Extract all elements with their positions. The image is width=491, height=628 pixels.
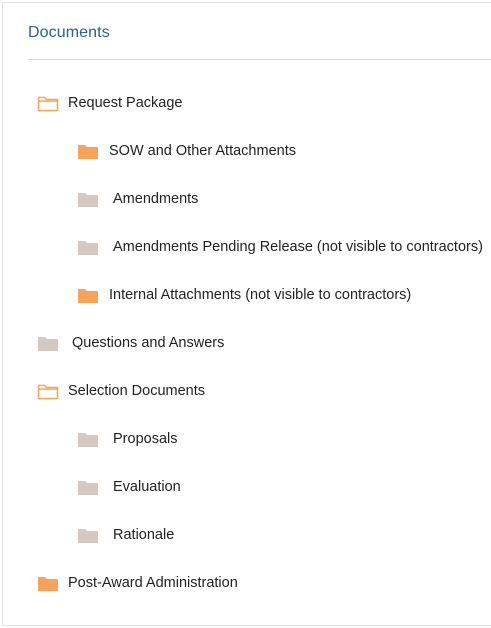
folder-filled-icon (37, 574, 59, 592)
tree-item-questions-and-answers[interactable]: Questions and Answers (37, 331, 224, 355)
folder-filled-icon (77, 142, 99, 160)
tree-item-label: Request Package (68, 95, 183, 111)
folder-filled-icon (37, 334, 59, 352)
tree-item-label: Questions and Answers (72, 335, 225, 351)
tree-item-amendments[interactable]: Amendments (77, 187, 198, 211)
tree-item-request-package[interactable]: Request Package (37, 91, 182, 115)
panel-title: Documents (28, 24, 110, 41)
tree-item-label: Amendments Pending Release (not visible … (113, 239, 483, 255)
tree-item-label: Evaluation (113, 479, 181, 495)
folder-filled-icon (77, 430, 99, 448)
tree-item-label: Post-Award Administration (68, 575, 238, 591)
tree-item-selection-documents[interactable]: Selection Documents (37, 379, 205, 403)
tree-item-sow-and-other-attachments[interactable]: SOW and Other Attachments (77, 139, 296, 163)
tree-item-evaluation[interactable]: Evaluation (77, 475, 181, 499)
tree-item-label: Internal Attachments (not visible to con… (109, 287, 412, 303)
tree-item-amendments-pending-release[interactable]: Amendments Pending Release (not visible … (77, 235, 483, 259)
tree-item-proposals[interactable]: Proposals (77, 427, 177, 451)
tree-item-label: Proposals (113, 431, 178, 447)
tree-item-label: Amendments (113, 191, 199, 207)
title-divider (28, 59, 491, 60)
tree-item-internal-attachments[interactable]: Internal Attachments (not visible to con… (77, 283, 411, 307)
folder-open-icon (37, 94, 59, 112)
tree-item-label: SOW and Other Attachments (109, 143, 296, 159)
folder-filled-icon (77, 190, 99, 208)
documents-panel: Documents Request Package SOW and Other … (2, 2, 491, 626)
folder-filled-icon (77, 286, 99, 304)
tree-item-post-award-administration[interactable]: Post-Award Administration (37, 571, 238, 595)
tree-item-rationale[interactable]: Rationale (77, 523, 174, 547)
tree-item-label: Selection Documents (68, 383, 206, 399)
folder-filled-icon (77, 238, 99, 256)
folder-filled-icon (77, 478, 99, 496)
folder-filled-icon (77, 526, 99, 544)
folder-open-icon (37, 382, 59, 400)
tree-item-label: Rationale (113, 527, 175, 543)
